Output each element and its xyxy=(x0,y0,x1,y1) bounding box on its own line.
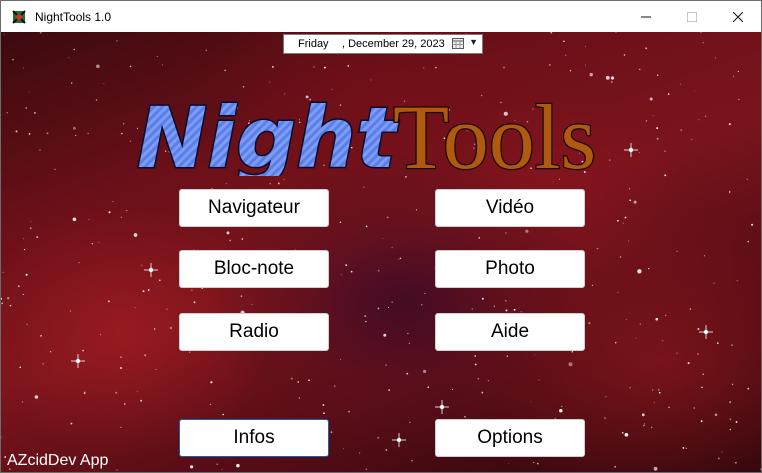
options-button[interactable]: Options xyxy=(435,419,585,457)
video-button[interactable]: Vidéo xyxy=(435,189,585,227)
logo-night-text: Night xyxy=(137,89,399,176)
minimize-icon xyxy=(641,16,651,17)
maximize-button xyxy=(669,1,715,32)
close-button[interactable] xyxy=(715,1,761,32)
close-icon xyxy=(733,11,743,22)
minimize-button[interactable] xyxy=(623,1,669,32)
nighttools-logo: Night Tools xyxy=(136,85,598,176)
footer-credit: AZcidDev App xyxy=(7,452,109,469)
infos-button[interactable]: Infos xyxy=(179,419,329,457)
date-picker[interactable]: Friday , December 29, 2023 ▼ xyxy=(283,34,483,54)
calendar-icon xyxy=(452,38,464,49)
app-icon xyxy=(11,9,27,25)
navigateur-button[interactable]: Navigateur xyxy=(179,189,329,227)
main-panel: Friday , December 29, 2023 ▼ Night Tools… xyxy=(1,32,761,472)
window-title: NightTools 1.0 xyxy=(35,9,112,24)
date-picker-date: , December 29, 2023 xyxy=(342,38,445,50)
bloc-note-button[interactable]: Bloc-note xyxy=(179,250,329,288)
aide-button[interactable]: Aide xyxy=(435,313,585,351)
photo-button[interactable]: Photo xyxy=(435,250,585,288)
logo-tools-text: Tools xyxy=(393,86,596,176)
date-picker-day: Friday xyxy=(298,38,329,50)
app-window: NightTools 1.0 Friday , December 29, 202… xyxy=(0,0,762,473)
maximize-icon xyxy=(687,11,697,22)
title-bar: NightTools 1.0 xyxy=(1,1,761,32)
radio-button[interactable]: Radio xyxy=(179,313,329,351)
chevron-down-icon[interactable]: ▼ xyxy=(469,37,478,47)
